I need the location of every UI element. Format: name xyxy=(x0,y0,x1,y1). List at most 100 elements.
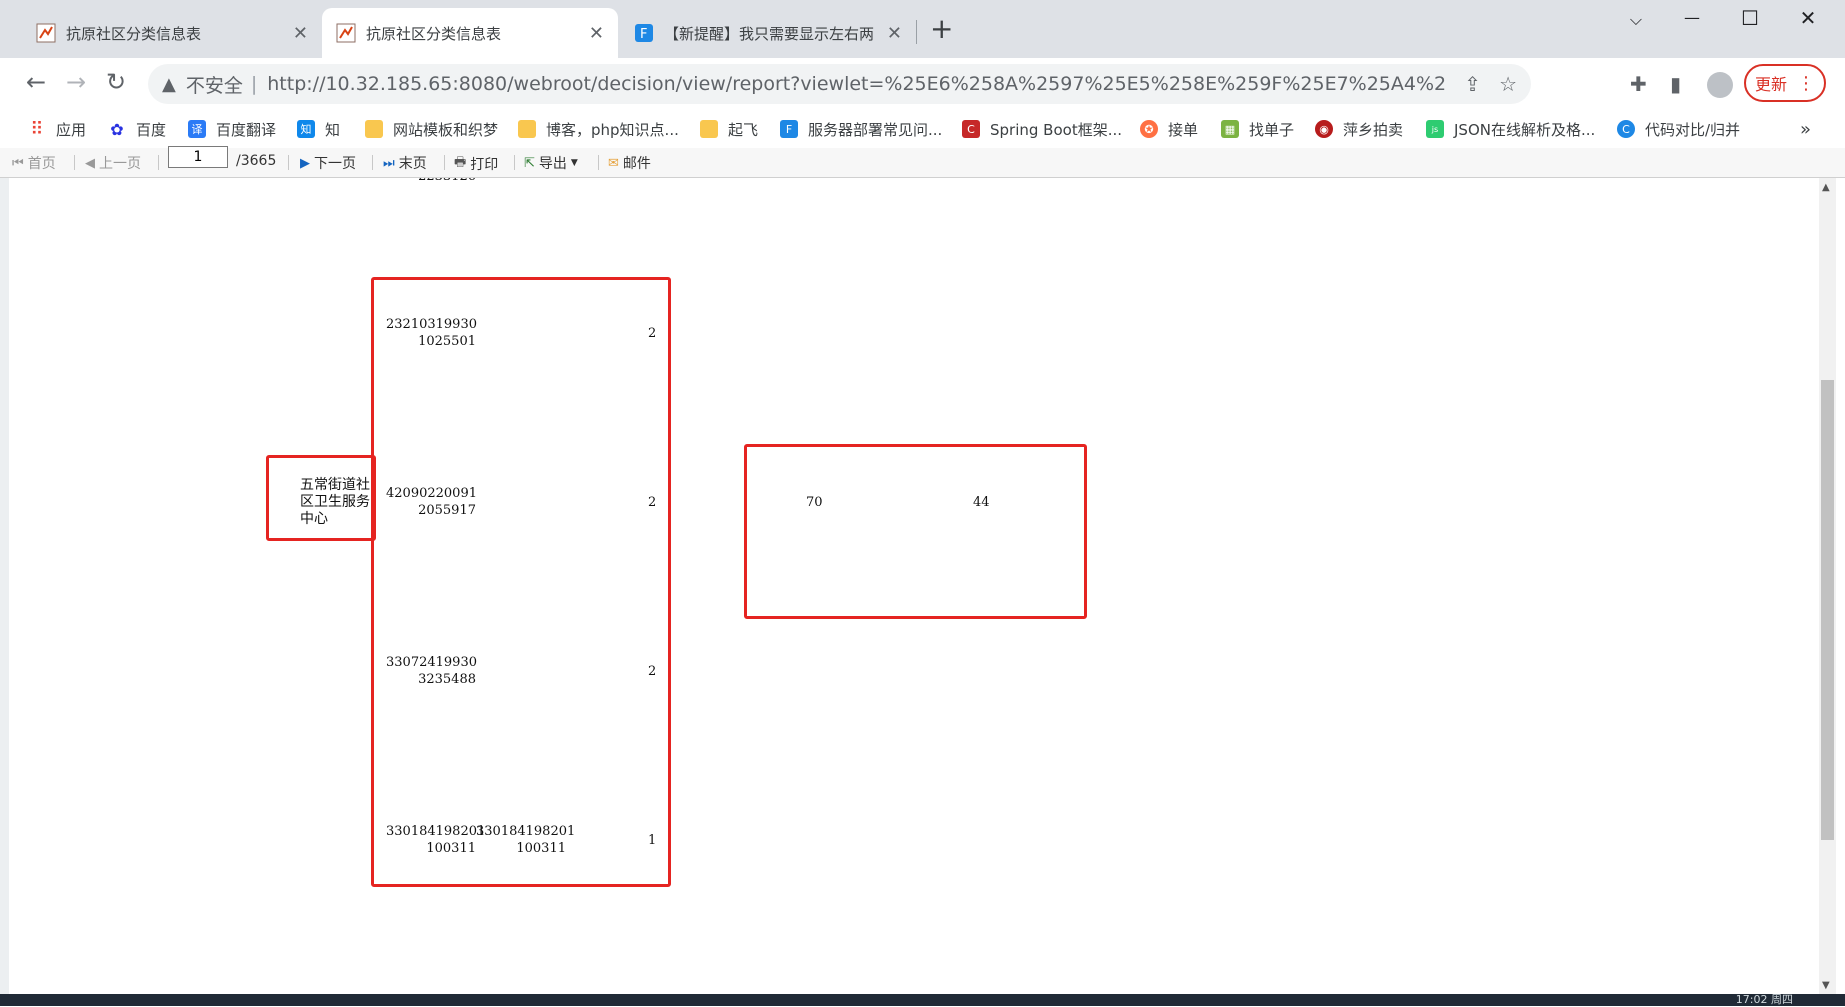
bookmarks-overflow-icon[interactable]: » xyxy=(1800,116,1811,142)
dropdown-caret-icon: ▼ xyxy=(570,158,578,168)
tab-report-2-active[interactable]: 抗原社区分类信息表 ✕ xyxy=(322,8,618,58)
bookmark-json-parser[interactable]: js JSON在线解析及格... xyxy=(1426,116,1595,142)
bookmark-label: 博客，php知识点... xyxy=(546,120,679,139)
org-name-line: 五常街道社 xyxy=(300,477,370,493)
id-line: 23210319930 xyxy=(386,317,477,332)
back-icon[interactable]: ← xyxy=(20,68,52,96)
bookmark-label: 应用 xyxy=(56,120,87,139)
folder-icon xyxy=(518,120,536,138)
close-tab-icon[interactable]: ✕ xyxy=(887,23,902,44)
bookmarks-bar: ⠿ 应用 ✿ 百度 译 百度翻译 知 知 网站模板和织梦 博客，php知识点..… xyxy=(0,110,1845,149)
url-text[interactable]: http://10.32.185.65:8080/webroot/decisio… xyxy=(267,73,1446,95)
mail-button[interactable]: ✉ 邮件 xyxy=(608,153,651,173)
update-button[interactable]: 更新 ⋮ xyxy=(1744,64,1826,102)
bookmark-folder-templates[interactable]: 网站模板和织梦 xyxy=(365,116,498,142)
last-page-button[interactable]: ⏭ 末页 xyxy=(383,153,427,173)
export-button[interactable]: ⇱ 导出 ▼ xyxy=(524,153,578,173)
bookmark-label: 服务器部署常见问... xyxy=(808,120,943,139)
id-line: 100311 xyxy=(426,841,476,856)
bookmark-label: 接单 xyxy=(1168,120,1199,139)
print-label: 打印 xyxy=(470,157,499,173)
bookmark-label: 萍乡拍卖 xyxy=(1343,120,1404,139)
reload-icon[interactable]: ↻ xyxy=(100,68,132,96)
share-icon[interactable]: ⇪ xyxy=(1464,72,1481,96)
prev-page-button[interactable]: ◀ 上一页 xyxy=(85,153,141,173)
next-page-button[interactable]: ▶ 下一页 xyxy=(300,153,356,173)
bookmark-star-icon[interactable]: ☆ xyxy=(1499,72,1517,96)
export-label: 导出 xyxy=(538,156,567,172)
bookmark-spring-boot[interactable]: C Spring Boot框架... xyxy=(962,116,1122,142)
bookmark-code-diff[interactable]: C 代码对比/归并 xyxy=(1617,116,1740,142)
last-page-label: 末页 xyxy=(398,156,427,172)
maximize-icon[interactable]: ☐ xyxy=(1730,6,1770,30)
toolbar-separator xyxy=(444,155,445,170)
mail-icon: ✉ xyxy=(608,155,619,171)
id-line: 2055917 xyxy=(418,503,476,518)
zhihu-icon: 知 xyxy=(297,120,315,138)
report-viewport: 2233126 五常街道社 区卫生服务 中心 23210319930 10255… xyxy=(0,178,1845,994)
tab-title: 【新提醒】我只需要显示左右两 xyxy=(664,24,875,43)
id-line: 1025501 xyxy=(418,334,476,349)
forward-icon[interactable]: → xyxy=(60,68,92,96)
scrollbar-thumb[interactable] xyxy=(1821,380,1834,840)
toolbar-separator xyxy=(598,155,599,170)
browser-toolbar: ← → ↻ ▲ 不安全 | http://10.32.185.65:8080/w… xyxy=(0,58,1845,110)
totals-highlight-box xyxy=(744,444,1087,619)
bookmark-folder-blog[interactable]: 博客，php知识点... xyxy=(518,116,679,142)
id-line: 100311 xyxy=(516,841,566,856)
scroll-down-icon[interactable]: ▼ xyxy=(1822,980,1830,991)
bookmark-jiedan[interactable]: ✪ 接单 xyxy=(1140,116,1198,142)
warning-icon[interactable]: ▲ xyxy=(162,74,176,95)
baidu-paw-icon: ✿ xyxy=(110,119,124,139)
new-tab-icon[interactable]: + xyxy=(930,12,953,45)
toolbar-separator xyxy=(372,155,373,170)
tab-forum[interactable]: F 【新提醒】我只需要显示左右两 ✕ xyxy=(620,8,916,58)
print-button[interactable]: 🖶 打印 xyxy=(454,153,498,175)
separator: | xyxy=(250,73,258,95)
bookmark-label: 网站模板和织梦 xyxy=(393,120,499,139)
tab-strip: 抗原社区分类信息表 ✕ 抗原社区分类信息表 ✕ F 【新提醒】我只需要显示左右两… xyxy=(0,0,1845,58)
json-icon: js xyxy=(1426,120,1444,138)
report-toolbar: ⏮ 首页 ◀ 上一页 /3665 ▶ 下一页 ⏭ 末页 🖶 打印 ⇱ 导出 ▼ ✉ 邮件 xyxy=(0,148,1845,178)
toolbar-separator xyxy=(514,155,515,170)
bookmark-server-deploy[interactable]: F 服务器部署常见问... xyxy=(780,116,942,142)
scroll-up-icon[interactable]: ▲ xyxy=(1822,182,1830,193)
close-tab-icon[interactable]: ✕ xyxy=(293,23,308,44)
first-page-button[interactable]: ⏮ 首页 xyxy=(12,153,56,173)
security-label[interactable]: 不安全 xyxy=(186,71,243,98)
bookmark-apps[interactable]: ⠿ 应用 xyxy=(28,116,86,142)
tab-search-icon[interactable]: ⌵ xyxy=(1616,10,1656,30)
extensions-icon[interactable]: ✚ xyxy=(1630,72,1647,96)
bookmark-baidu[interactable]: ✿ 百度 xyxy=(108,116,166,142)
toolbar-separator xyxy=(158,155,159,170)
bookmark-folder-qifei[interactable]: 起飞 xyxy=(700,116,758,142)
folder-icon xyxy=(365,120,383,138)
profile-avatar[interactable] xyxy=(1707,72,1733,98)
translate-icon: 译 xyxy=(188,120,206,138)
id-number-cell: 42090220091 2055917 xyxy=(386,485,477,519)
bookmark-label: 知 xyxy=(325,120,341,139)
id-number-cell: 33072419930 3235488 xyxy=(386,654,477,688)
tab-report-1[interactable]: 抗原社区分类信息表 ✕ xyxy=(22,8,322,58)
vertical-scrollbar[interactable]: ▲ ▼ xyxy=(1819,178,1836,994)
total-pages: /3665 xyxy=(236,153,277,169)
address-bar[interactable]: ▲ 不安全 | http://10.32.185.65:8080/webroot… xyxy=(148,64,1531,104)
org-name-line: 区卫生服务 xyxy=(300,494,370,510)
bookmark-zhaodanzi[interactable]: ▦ 找单子 xyxy=(1221,116,1294,142)
id-number-cell: 330184198201 100311 xyxy=(386,823,485,857)
bookmark-zhihu[interactable]: 知 知 xyxy=(297,116,340,142)
minimize-icon[interactable]: — xyxy=(1672,8,1712,27)
toolbar-separator xyxy=(288,155,289,170)
bookmark-label: 起飞 xyxy=(728,120,759,139)
side-panel-icon[interactable]: ▮ xyxy=(1670,72,1681,96)
id-number-cell-second: 330184198201 100311 xyxy=(476,823,575,857)
close-window-icon[interactable]: ✕ xyxy=(1788,6,1828,30)
bookmark-baidu-translate[interactable]: 译 百度翻译 xyxy=(188,116,276,142)
taskbar-clock: 17:02 周四 xyxy=(1735,993,1793,1006)
jiedan-icon: ✪ xyxy=(1140,120,1158,138)
next-page-icon: ▶ xyxy=(300,155,310,171)
page-number-input[interactable] xyxy=(168,146,228,168)
menu-dots-icon: ⋮ xyxy=(1797,72,1815,94)
bookmark-pingxiang-auction[interactable]: ◉ 萍乡拍卖 xyxy=(1315,116,1403,142)
close-tab-icon[interactable]: ✕ xyxy=(589,23,604,44)
